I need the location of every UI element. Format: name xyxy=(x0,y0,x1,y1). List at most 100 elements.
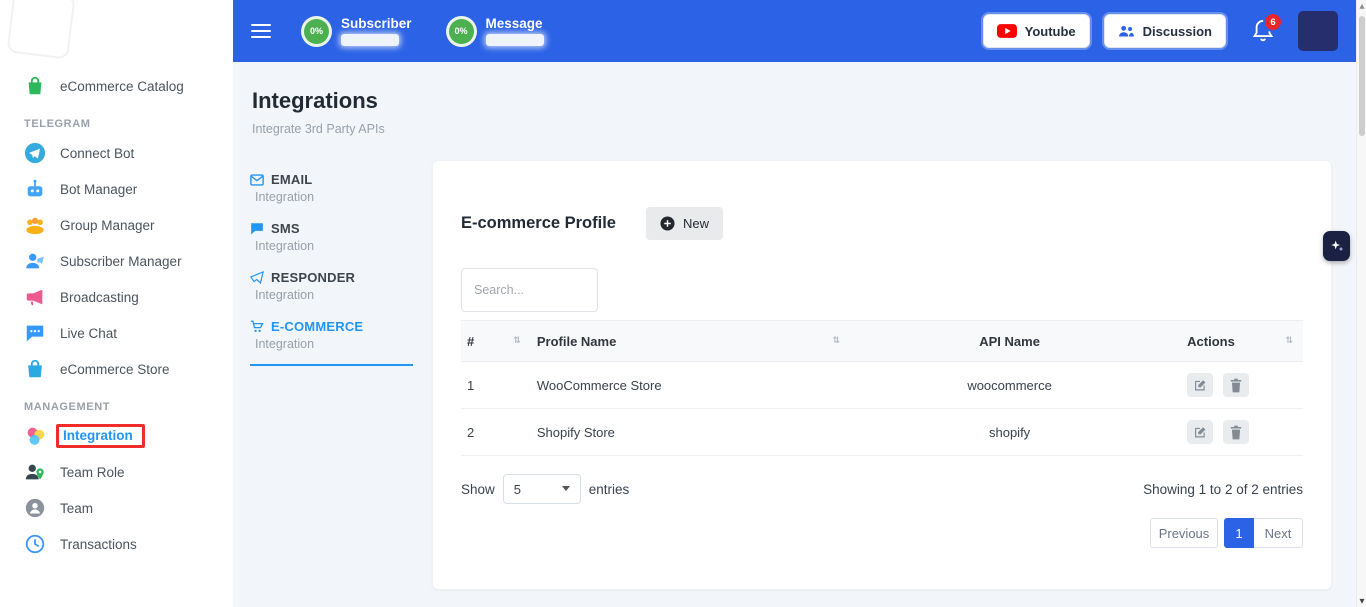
sidebar-item-label: eCommerce Store xyxy=(60,362,170,377)
tab-title: E-COMMERCE xyxy=(271,319,363,334)
sidebar-item-label: Connect Bot xyxy=(60,146,134,161)
showing-entries-text: Showing 1 to 2 of 2 entries xyxy=(1143,482,1303,497)
sidebar-section-management: MANAGEMENT xyxy=(24,401,233,413)
subscriber-progress-ring: 0% xyxy=(301,16,332,47)
shopping-bag-icon xyxy=(23,74,47,98)
new-button-label: New xyxy=(683,216,709,231)
sidebar-item-broadcasting[interactable]: Broadcasting xyxy=(0,279,233,315)
scroll-down-arrow[interactable]: ▼ xyxy=(1357,595,1366,607)
column-header-actions[interactable]: Actions⇅ xyxy=(1169,321,1303,362)
message-progress-ring: 0% xyxy=(446,16,477,47)
sort-icon[interactable]: ⇅ xyxy=(513,336,521,346)
cell-profile-name: WooCommerce Store xyxy=(531,362,850,409)
table-header-row: #⇅ Profile Name⇅ API Name Actions⇅ xyxy=(461,321,1303,362)
cart-icon xyxy=(250,320,264,333)
tab-email-integration[interactable]: EMAIL Integration xyxy=(250,172,413,204)
discussion-button-label: Discussion xyxy=(1143,24,1212,39)
cell-api-name: woocommerce xyxy=(850,362,1169,409)
edit-button[interactable] xyxy=(1187,373,1213,397)
table-row: 2 Shopify Store shopify xyxy=(461,409,1303,456)
sidebar-item-group-manager[interactable]: Group Manager xyxy=(0,207,233,243)
sidebar-item-label: Broadcasting xyxy=(60,290,139,305)
scrollbar-thumb[interactable] xyxy=(1359,16,1365,136)
message-progress-widget: 0% Message xyxy=(446,16,544,47)
cell-index: 2 xyxy=(461,409,531,456)
message-count-redacted xyxy=(486,34,544,46)
sidebar-item-label: Integration xyxy=(63,428,133,443)
tab-subtitle: Integration xyxy=(255,239,413,253)
group-icon xyxy=(23,213,47,237)
notification-badge: 6 xyxy=(1263,12,1283,32)
ecommerce-profile-card: E-commerce Profile New #⇅ Profile Name⇅ xyxy=(432,160,1332,590)
tab-responder-integration[interactable]: RESPONDER Integration xyxy=(250,270,413,302)
scrollbar-track[interactable]: ▲ ▼ xyxy=(1356,0,1366,607)
cell-profile-name: Shopify Store xyxy=(531,409,850,456)
discussion-button[interactable]: Discussion xyxy=(1104,14,1226,48)
sort-icon[interactable]: ⇅ xyxy=(832,336,840,346)
sidebar-item-transactions[interactable]: Transactions xyxy=(0,526,233,562)
integration-circles-icon xyxy=(23,424,47,448)
sms-icon xyxy=(250,222,264,235)
main-content: Integrations Integrate 3rd Party APIs EM… xyxy=(233,62,1356,607)
robot-icon xyxy=(23,177,47,201)
sidebar-item-label: Subscriber Manager xyxy=(60,254,182,269)
pagination: Previous 1 Next xyxy=(461,518,1303,548)
profiles-table: #⇅ Profile Name⇅ API Name Actions⇅ 1 xyxy=(461,320,1303,456)
tab-title: RESPONDER xyxy=(271,270,355,285)
sidebar-item-integration[interactable]: Integration xyxy=(0,418,233,454)
sidebar-item-team[interactable]: Team xyxy=(0,490,233,526)
cell-api-name: shopify xyxy=(850,409,1169,456)
tab-subtitle: Integration xyxy=(255,288,413,302)
sidebar-item-connect-bot[interactable]: Connect Bot xyxy=(0,135,233,171)
top-navbar: 0% Subscriber 0% Message Youtube Discuss… xyxy=(233,0,1356,62)
notification-bell[interactable]: 6 xyxy=(1252,19,1274,43)
page-title: Integrations xyxy=(252,88,1356,114)
menu-toggle-icon[interactable] xyxy=(251,24,271,39)
tab-sms-integration[interactable]: SMS Integration xyxy=(250,221,413,253)
sidebar-item-label: Transactions xyxy=(60,537,137,552)
page-1-button[interactable]: 1 xyxy=(1224,518,1254,548)
subscriber-progress-widget: 0% Subscriber xyxy=(301,16,412,47)
sidebar-item-team-role[interactable]: Team Role xyxy=(0,454,233,490)
ai-assistant-button[interactable] xyxy=(1323,231,1350,261)
delete-button[interactable] xyxy=(1223,373,1249,397)
integration-subnav: EMAIL Integration SMS Integration RESPON… xyxy=(250,172,413,383)
new-profile-button[interactable]: New xyxy=(646,207,723,240)
sidebar-item-label: eCommerce Catalog xyxy=(60,79,184,94)
cell-index: 1 xyxy=(461,362,531,409)
sidebar-item-ecommerce-catalog[interactable]: eCommerce Catalog xyxy=(0,68,233,104)
person-pin-icon xyxy=(23,460,47,484)
sort-icon[interactable]: ⇅ xyxy=(1285,336,1293,346)
sidebar-item-label: Team xyxy=(60,501,93,516)
delete-button[interactable] xyxy=(1223,420,1249,444)
previous-page-button[interactable]: Previous xyxy=(1150,518,1218,548)
paper-plane-icon xyxy=(250,271,264,284)
youtube-button[interactable]: Youtube xyxy=(983,14,1090,48)
entries-label: entries xyxy=(589,482,630,497)
column-header-index[interactable]: #⇅ xyxy=(461,321,531,362)
tab-ecommerce-integration[interactable]: E-COMMERCE Integration xyxy=(250,319,413,366)
sidebar-item-live-chat[interactable]: Live Chat xyxy=(0,315,233,351)
column-header-profile-name[interactable]: Profile Name⇅ xyxy=(531,321,850,362)
page-subtitle: Integrate 3rd Party APIs xyxy=(252,122,1356,136)
page-size-select[interactable]: 5 xyxy=(503,474,581,504)
subscriber-label: Subscriber xyxy=(341,16,412,31)
sidebar-item-label: Team Role xyxy=(60,465,125,480)
next-page-button[interactable]: Next xyxy=(1254,518,1303,548)
store-bag-icon xyxy=(23,357,47,381)
scroll-up-arrow[interactable]: ▲ xyxy=(1357,0,1366,12)
sidebar-item-label: Bot Manager xyxy=(60,182,137,197)
clock-icon xyxy=(23,532,47,556)
user-avatar[interactable] xyxy=(1298,11,1338,51)
people-icon xyxy=(1118,24,1135,39)
show-label: Show xyxy=(461,482,495,497)
sidebar-item-ecommerce-store[interactable]: eCommerce Store xyxy=(0,351,233,387)
megaphone-icon xyxy=(23,285,47,309)
edit-button[interactable] xyxy=(1187,420,1213,444)
sidebar-item-bot-manager[interactable]: Bot Manager xyxy=(0,171,233,207)
sidebar-item-subscriber-manager[interactable]: Subscriber Manager xyxy=(0,243,233,279)
search-input[interactable] xyxy=(461,268,598,312)
sidebar-section-telegram: TELEGRAM xyxy=(24,118,233,130)
column-header-api-name[interactable]: API Name xyxy=(850,321,1169,362)
sidebar-item-label: Live Chat xyxy=(60,326,117,341)
